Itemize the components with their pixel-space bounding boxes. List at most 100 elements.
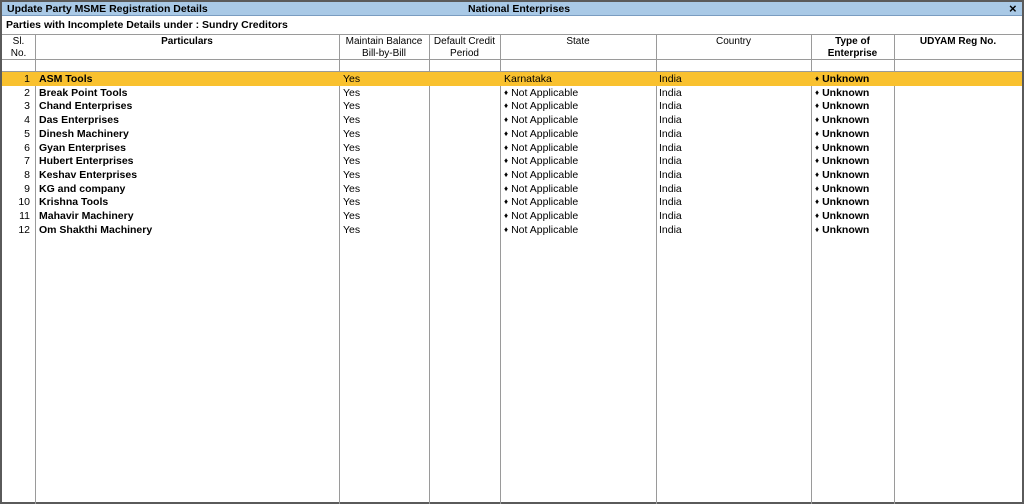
row-country[interactable]: India — [659, 128, 682, 140]
diamond-icon: ♦ — [815, 87, 820, 97]
row-enterprise-value: Unknown — [822, 168, 870, 181]
title-bar: Update Party MSME Registration Details N… — [2, 1, 1022, 16]
row-country[interactable]: India — [659, 73, 682, 85]
row-enterprise-type[interactable]: ♦ Unknown — [815, 224, 869, 236]
row-enterprise-type[interactable]: ♦ Unknown — [815, 155, 869, 167]
row-state[interactable]: ♦ Not Applicable — [504, 100, 578, 112]
table-row[interactable]: 11 Mahavir Machinery Yes ♦ Not Applicable Ind… — [2, 209, 1022, 223]
row-state[interactable]: ♦ Not Applicable — [504, 169, 578, 181]
row-bill-by-bill[interactable]: Yes — [343, 196, 360, 208]
table-row[interactable]: 4 Das Enterprises Yes ♦ Not Applicable India ♦… — [2, 113, 1022, 127]
row-state[interactable]: ♦ Not Applicable — [504, 224, 578, 236]
table-row[interactable]: 1 ASM Tools Yes Karnataka India ♦ Unknown — [2, 72, 1022, 86]
row-bill-by-bill[interactable]: Yes — [343, 87, 360, 99]
row-party-name[interactable]: Krishna Tools — [39, 196, 108, 208]
row-state[interactable]: ♦ Not Applicable — [504, 87, 578, 99]
row-party-name[interactable]: KG and company — [39, 183, 125, 195]
row-country[interactable]: India — [659, 210, 682, 222]
row-state[interactable]: ♦ Not Applicable — [504, 128, 578, 140]
row-sl-no: 1 — [24, 73, 30, 85]
row-country[interactable]: India — [659, 142, 682, 154]
close-icon[interactable]: × — [1009, 1, 1017, 16]
row-party-name[interactable]: Dinesh Machinery — [39, 128, 129, 140]
row-bill-by-bill[interactable]: Yes — [343, 128, 360, 140]
row-party-name[interactable]: Mahavir Machinery — [39, 210, 134, 222]
row-state[interactable]: ♦ Not Applicable — [504, 183, 578, 195]
table-row[interactable]: 8 Keshav Enterprises Yes ♦ Not Applicable Ind… — [2, 168, 1022, 182]
row-enterprise-type[interactable]: ♦ Unknown — [815, 142, 869, 154]
row-bill-by-bill[interactable]: Yes — [343, 100, 360, 112]
row-sl-no: 6 — [24, 141, 30, 154]
table-row[interactable]: 7 Hubert Enterprises Yes ♦ Not Applicable Ind… — [2, 154, 1022, 168]
table-row[interactable]: 6 Gyan Enterprises Yes ♦ Not Applicable India… — [2, 141, 1022, 155]
row-sl-no: 8 — [24, 168, 30, 181]
row-party-name[interactable]: Keshav Enterprises — [39, 169, 137, 181]
row-enterprise-type[interactable]: ♦ Unknown — [815, 128, 869, 140]
row-bill-by-bill[interactable]: Yes — [343, 210, 360, 222]
table-row[interactable]: 2 Break Point Tools Yes ♦ Not Applicable Indi… — [2, 86, 1022, 100]
table-row[interactable]: 10 Krishna Tools Yes ♦ Not Applicable India ♦ U… — [2, 195, 1022, 209]
header-credit-line2: Period — [450, 48, 479, 59]
diamond-icon: ♦ — [504, 224, 509, 234]
row-enterprise-value: Unknown — [822, 196, 870, 209]
row-bill-by-bill[interactable]: Yes — [343, 183, 360, 195]
row-country[interactable]: India — [659, 155, 682, 167]
row-party-name[interactable]: Das Enterprises — [39, 114, 119, 126]
row-country[interactable]: India — [659, 224, 682, 236]
table-row[interactable]: 5 Dinesh Machinery Yes ♦ Not Applicable India… — [2, 127, 1022, 141]
row-sl-no: 5 — [24, 127, 30, 140]
header-credit-period: Default Credit Period — [429, 36, 500, 60]
diamond-icon: ♦ — [815, 142, 820, 152]
row-state[interactable]: ♦ Not Applicable — [504, 114, 578, 126]
row-enterprise-type[interactable]: ♦ Unknown — [815, 100, 869, 112]
row-bill-by-bill[interactable]: Yes — [343, 142, 360, 154]
row-enterprise-type[interactable]: ♦ Unknown — [815, 114, 869, 126]
diamond-icon: ♦ — [504, 211, 509, 220]
row-country[interactable]: India — [659, 196, 682, 208]
row-bill-by-bill[interactable]: Yes — [343, 224, 360, 236]
row-country[interactable]: India — [659, 114, 682, 126]
table-row[interactable]: 12 Om Shakthi Machinery Yes ♦ Not Applicable… — [2, 223, 1022, 237]
row-sl-no: 10 — [18, 196, 30, 209]
row-bill-by-bill[interactable]: Yes — [343, 155, 360, 167]
row-bill-by-bill[interactable]: Yes — [343, 114, 360, 126]
row-party-name[interactable]: ASM Tools — [39, 73, 92, 85]
table-row[interactable]: 3 Chand Enterprises Yes ♦ Not Applicable Indi… — [2, 99, 1022, 113]
diamond-icon: ♦ — [504, 156, 509, 166]
table-row[interactable]: 9 KG and company Yes ♦ Not Applicable India ♦ U… — [2, 182, 1022, 196]
row-party-name[interactable]: Break Point Tools — [39, 87, 128, 99]
row-state[interactable]: ♦ Not Applicable — [504, 210, 578, 222]
row-country[interactable]: India — [659, 183, 682, 195]
row-state[interactable]: ♦ Not Applicable — [504, 155, 578, 167]
row-party-name[interactable]: Om Shakthi Machinery — [39, 224, 152, 236]
diamond-icon: ♦ — [504, 183, 509, 193]
row-sl-no: 9 — [24, 182, 30, 195]
row-party-name[interactable]: Gyan Enterprises — [39, 142, 126, 154]
row-state[interactable]: ♦ Not Applicable — [504, 142, 578, 154]
row-state-value: Not Applicable — [511, 114, 579, 127]
row-state[interactable]: Karnataka — [504, 73, 552, 85]
row-enterprise-type[interactable]: ♦ Unknown — [815, 73, 869, 85]
row-enterprise-type[interactable]: ♦ Unknown — [815, 196, 869, 208]
diamond-icon: ♦ — [815, 169, 820, 179]
row-enterprise-type[interactable]: ♦ Unknown — [815, 210, 869, 222]
row-bill-by-bill[interactable]: Yes — [343, 73, 360, 85]
row-enterprise-type[interactable]: ♦ Unknown — [815, 169, 869, 181]
row-state-value: Not Applicable — [511, 155, 579, 168]
header-particulars: Particulars — [161, 36, 213, 47]
row-enterprise-value: Unknown — [822, 210, 870, 222]
diamond-icon: ♦ — [815, 128, 820, 138]
row-country[interactable]: India — [659, 100, 682, 112]
row-party-name[interactable]: Hubert Enterprises — [39, 155, 134, 167]
row-state[interactable]: ♦ Not Applicable — [504, 196, 578, 208]
row-enterprise-type[interactable]: ♦ Unknown — [815, 183, 869, 195]
row-sl-no: 4 — [24, 114, 30, 127]
row-bill-by-bill[interactable]: Yes — [343, 169, 360, 181]
row-sl-no: 2 — [24, 86, 30, 99]
row-country[interactable]: India — [659, 169, 682, 181]
row-enterprise-type[interactable]: ♦ Unknown — [815, 87, 869, 99]
header-maintain-balance: Maintain Balance Bill-by-Bill — [339, 36, 429, 60]
row-party-name[interactable]: Chand Enterprises — [39, 100, 132, 112]
company-name: National Enterprises — [468, 3, 571, 15]
row-country[interactable]: India — [659, 87, 682, 99]
